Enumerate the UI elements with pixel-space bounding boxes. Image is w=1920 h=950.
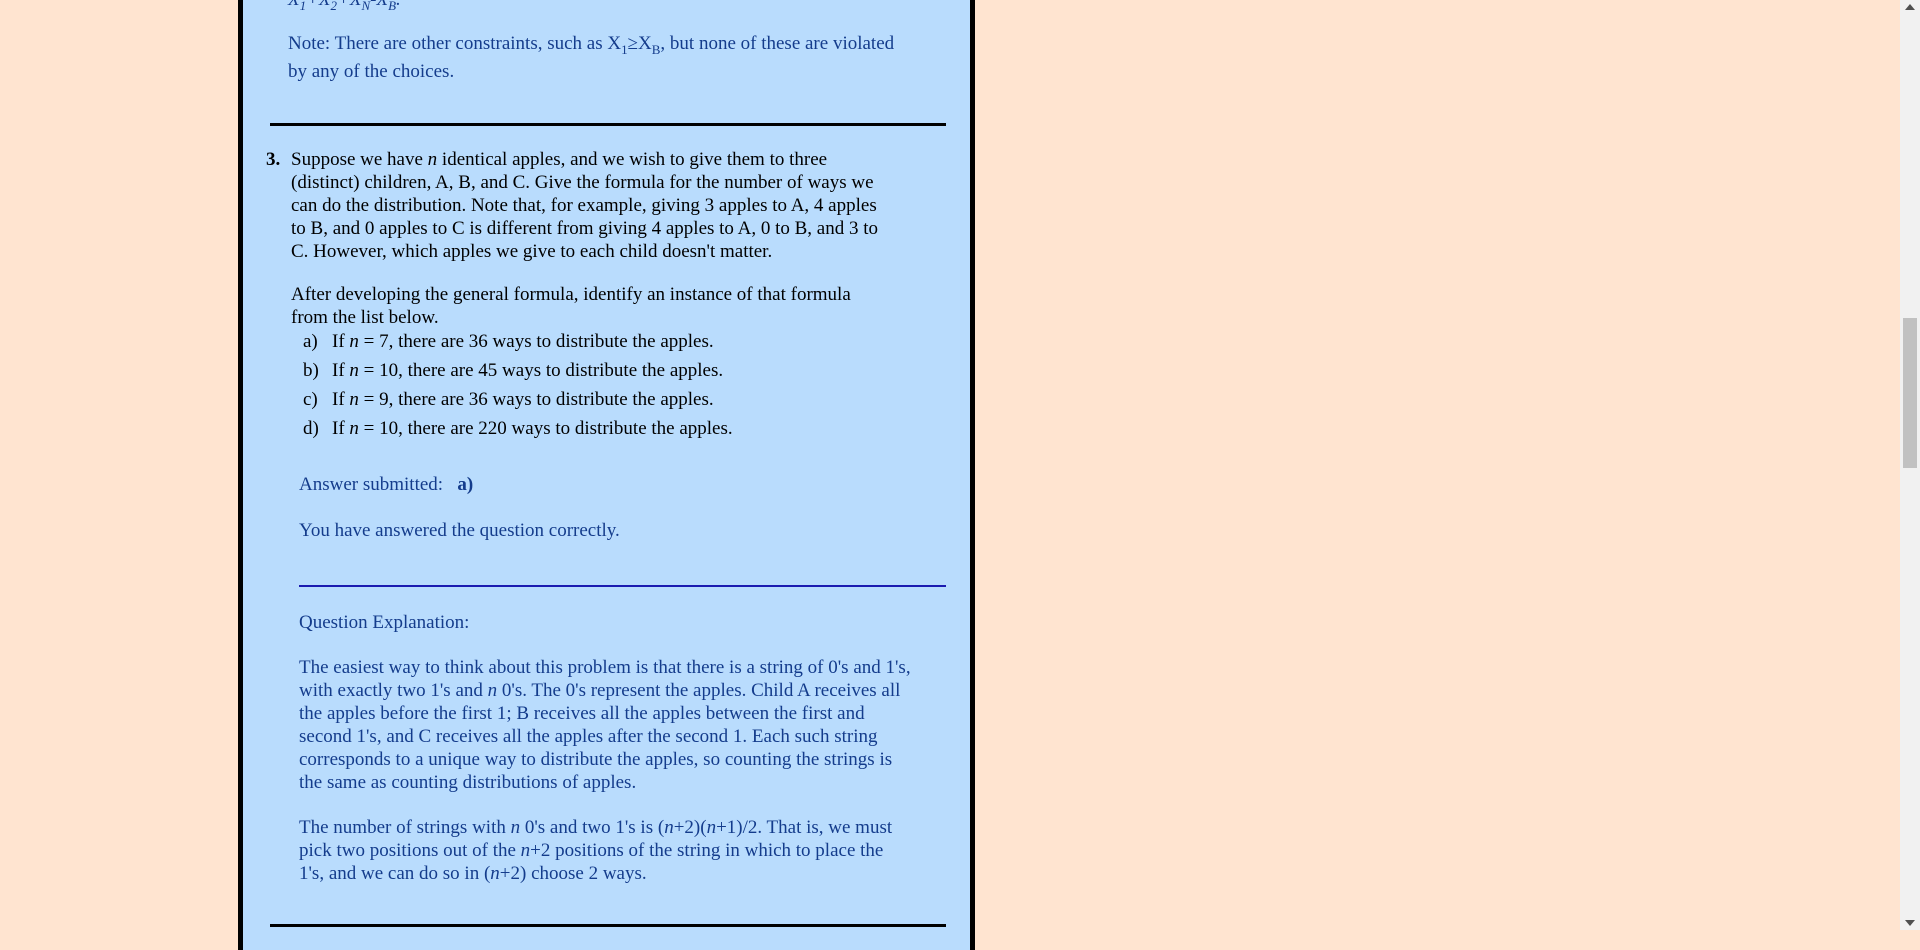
explanation-divider xyxy=(299,585,946,587)
question-text: Suppose we have n identical apples, and … xyxy=(291,149,879,262)
quiz-panel: X1+X2+XN-XB. Note: There are other const… xyxy=(238,0,975,950)
previous-formula: X1+X2+XN-XB. xyxy=(288,0,401,13)
section-divider-bottom xyxy=(270,924,946,927)
choice-d: d) If n = 10, there are 220 ways to distr… xyxy=(303,418,733,439)
explanation-paragraph-2: The number of strings with n 0's and two… xyxy=(299,817,893,884)
section-divider xyxy=(270,123,946,126)
explanation-paragraph-1: The easiest way to think about this prob… xyxy=(299,657,911,793)
question-instruction: After developing the general formula, id… xyxy=(291,284,851,328)
scroll-down-arrow-icon[interactable] xyxy=(1905,920,1915,926)
choice-c: c) If n = 9, there are 36 ways to distrib… xyxy=(303,389,714,410)
choice-a: a) If n = 7, there are 36 ways to distrib… xyxy=(303,331,714,352)
scroll-up-arrow-icon[interactable] xyxy=(1905,4,1915,10)
scroll-thumb[interactable] xyxy=(1903,318,1917,468)
vertical-scrollbar[interactable] xyxy=(1900,0,1920,930)
question-number: 3. xyxy=(266,149,281,170)
answer-submitted: Answer submitted: a) xyxy=(299,474,474,495)
feedback-message: You have answered the question correctly… xyxy=(299,520,620,541)
submitted-answer-value: a) xyxy=(457,474,474,495)
explanation-heading: Question Explanation: xyxy=(299,612,470,633)
choice-b: b) If n = 10, there are 45 ways to distri… xyxy=(303,360,724,381)
previous-note: Note: There are other constraints, such … xyxy=(288,33,895,82)
